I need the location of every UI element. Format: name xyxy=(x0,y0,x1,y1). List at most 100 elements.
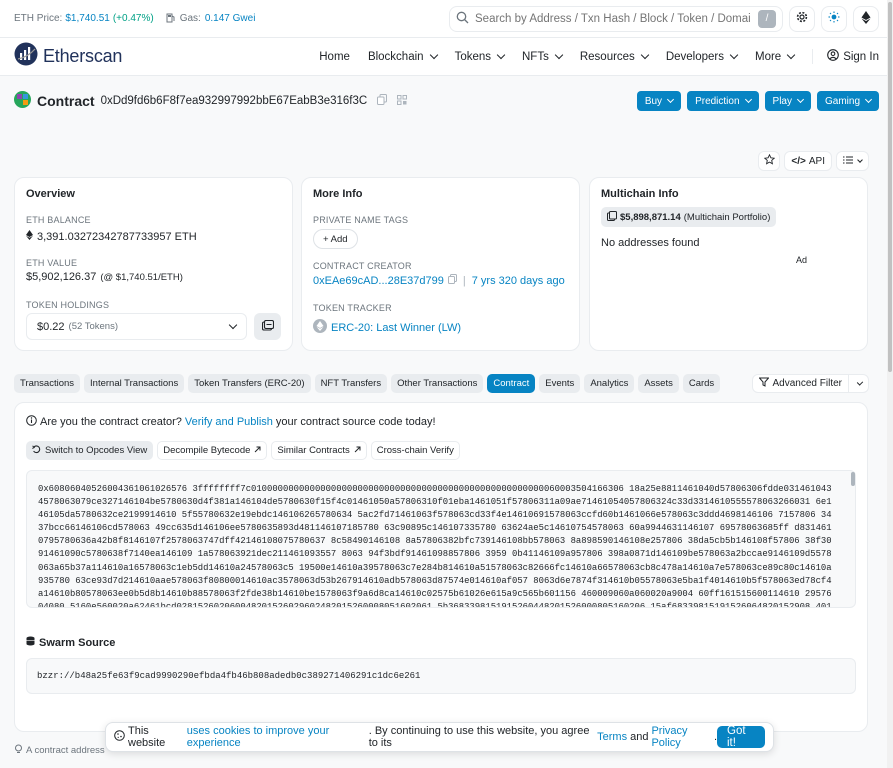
nav-more[interactable]: More xyxy=(755,51,796,63)
bytecode-scrollbar-thumb[interactable] xyxy=(851,472,855,486)
token-holdings-dropdown[interactable]: $0.22 (52 Tokens) xyxy=(26,313,247,340)
search-input[interactable] xyxy=(469,12,758,25)
lightbulb-icon xyxy=(14,744,23,757)
nav-nfts[interactable]: NFTs xyxy=(522,51,564,63)
advanced-filter-button[interactable]: Advanced Filter xyxy=(751,374,849,393)
advanced-filter-label: Advanced Filter xyxy=(772,378,842,389)
switch-opcodes-button[interactable]: Switch to Opcodes View xyxy=(26,441,154,460)
tab-events[interactable]: Events xyxy=(539,374,581,393)
cookie-policy-link[interactable]: uses cookies to improve your experience xyxy=(187,725,369,749)
nav-resources-label: Resources xyxy=(579,50,635,63)
eth-balance: 3,391.03272342787733957 ETH xyxy=(26,230,197,243)
tab-transactions[interactable]: Transactions xyxy=(14,374,81,393)
buy-label: Buy xyxy=(644,95,663,107)
tab-cards[interactable]: Cards xyxy=(682,374,721,393)
cross-chain-verify-button[interactable]: Cross-chain Verify xyxy=(370,441,460,460)
token-tracker-link[interactable]: ERC-20: Last Winner (LW) xyxy=(331,322,461,334)
more-info-title: More Info xyxy=(313,188,363,200)
token-holdings-label: TOKEN HOLDINGS xyxy=(26,300,110,310)
eth-price-change: (+0.47%) xyxy=(112,13,154,24)
creator-tx-age-link[interactable]: 7 yrs 320 days ago xyxy=(472,275,565,287)
settings-button[interactable] xyxy=(789,5,815,32)
tab-analytics[interactable]: Analytics xyxy=(584,374,635,393)
tab-assets[interactable]: Assets xyxy=(638,374,679,393)
decompile-bytecode-button[interactable]: Decompile Bytecode xyxy=(157,441,268,460)
tab-other-transactions[interactable]: Other Transactions xyxy=(391,374,484,393)
copy-icon[interactable] xyxy=(377,94,388,108)
eth-price-label: ETH Price: xyxy=(14,13,63,24)
bytecode-actions: Switch to Opcodes View Decompile Bytecod… xyxy=(26,441,460,460)
nav-tokens-label: Tokens xyxy=(454,50,491,63)
tab-internal-transactions[interactable]: Internal Transactions xyxy=(84,374,185,393)
external-link-icon xyxy=(354,445,361,456)
eth-price: ETH Price: $1,740.51 (+0.47%) xyxy=(14,13,154,24)
chevron-down-icon xyxy=(667,95,675,104)
terms-link[interactable]: Terms xyxy=(597,731,627,743)
nav-developers-label: Developers xyxy=(665,50,724,63)
bytecode-textarea[interactable]: 0x60806040526004361061026576 3ffffffff7c… xyxy=(26,470,856,608)
search-box[interactable]: / xyxy=(449,5,783,32)
contract-avatar-icon xyxy=(14,91,31,111)
nav-blockchain[interactable]: Blockchain xyxy=(367,50,438,63)
overview-card: Overview ETH BALANCE 3,391.0327234278773… xyxy=(14,177,293,351)
nav-tokens[interactable]: Tokens xyxy=(454,50,506,63)
theme-toggle-button[interactable] xyxy=(821,5,847,32)
buy-button[interactable]: Buy xyxy=(636,91,682,111)
database-icon xyxy=(26,636,35,649)
gaming-button[interactable]: Gaming xyxy=(816,91,879,111)
token-tracker-label: TOKEN TRACKER xyxy=(313,303,392,313)
multichain-info-card: Multichain Info $5,898,871.14 (Multichai… xyxy=(589,177,868,351)
cookie-text-b: . By continuing to use this website, you… xyxy=(368,725,590,749)
multichain-portfolio-badge[interactable]: $5,898,871.14 (Multichain Portfolio) xyxy=(601,207,777,227)
list-icon xyxy=(843,156,853,167)
play-button[interactable]: Play xyxy=(764,91,811,111)
nav-resources[interactable]: Resources xyxy=(579,50,650,63)
eth-value-label: ETH VALUE xyxy=(26,258,78,268)
privacy-policy-link[interactable]: Privacy Policy xyxy=(651,725,713,749)
add-tag-button[interactable]: + Add xyxy=(313,229,358,249)
chevron-down-icon xyxy=(729,50,739,60)
chevron-down-icon xyxy=(857,156,863,163)
swarm-source-field[interactable]: bzzr://b48a25fe63f9cad9990290efbda4fb46b… xyxy=(26,658,856,694)
api-button[interactable]: </> API xyxy=(784,151,832,171)
page-scrollbar[interactable] xyxy=(887,0,893,768)
similar-contracts-button[interactable]: Similar Contracts xyxy=(271,441,367,460)
chevron-down-icon xyxy=(640,50,650,60)
undo-icon xyxy=(32,444,41,457)
logo-text: Etherscan xyxy=(43,46,123,66)
more-options-button[interactable] xyxy=(836,151,869,171)
tab-token-transfers[interactable]: Token Transfers (ERC-20) xyxy=(188,374,311,393)
creator-address-link[interactable]: 0xEAe69cAD...28E37d799 xyxy=(313,275,444,287)
multichain-title: Multichain Info xyxy=(601,188,679,200)
token-holdings-value: $0.22 xyxy=(37,320,65,333)
nav-blockchain-label: Blockchain xyxy=(367,50,424,63)
page-scrollbar-thumb[interactable] xyxy=(888,2,892,372)
cookie-accept-button[interactable]: Got it! xyxy=(717,725,765,749)
nav-developers[interactable]: Developers xyxy=(665,50,739,63)
prediction-button[interactable]: Prediction xyxy=(687,91,759,111)
multichain-portfolio-value: $5,898,871.14 xyxy=(620,211,681,223)
advanced-filter-dropdown[interactable] xyxy=(849,374,869,393)
verify-publish-link[interactable]: Verify and Publish xyxy=(185,416,273,428)
tab-nft-transfers[interactable]: NFT Transfers xyxy=(314,374,388,393)
bytecode-scrollbar[interactable] xyxy=(850,470,856,608)
multichain-portfolio-label: (Multichain Portfolio) xyxy=(683,211,771,223)
cross-chain-verify-label: Cross-chain Verify xyxy=(376,445,454,456)
gas-label: Gas: xyxy=(179,13,201,24)
tab-contract[interactable]: Contract xyxy=(487,374,536,393)
network-switch-button[interactable] xyxy=(853,5,879,32)
private-tags-label: PRIVATE NAME TAGS xyxy=(313,215,409,225)
eth-price-value[interactable]: $1,740.51 xyxy=(65,13,110,24)
favorite-button[interactable] xyxy=(758,151,781,171)
token-portfolio-button[interactable] xyxy=(254,313,281,340)
sign-in-link[interactable]: Sign In xyxy=(812,49,879,64)
chevron-down-icon xyxy=(796,95,805,104)
star-icon xyxy=(763,153,776,168)
similar-contracts-label: Similar Contracts xyxy=(277,445,350,456)
verify-question: Are you the contract creator? xyxy=(40,416,182,428)
copy-icon[interactable] xyxy=(447,274,457,287)
gas-value[interactable]: 0.147 Gwei xyxy=(205,13,256,24)
qr-code-icon[interactable] xyxy=(397,94,408,108)
nav-home[interactable]: Home xyxy=(319,51,350,63)
etherscan-logo[interactable]: Etherscan xyxy=(14,42,122,71)
